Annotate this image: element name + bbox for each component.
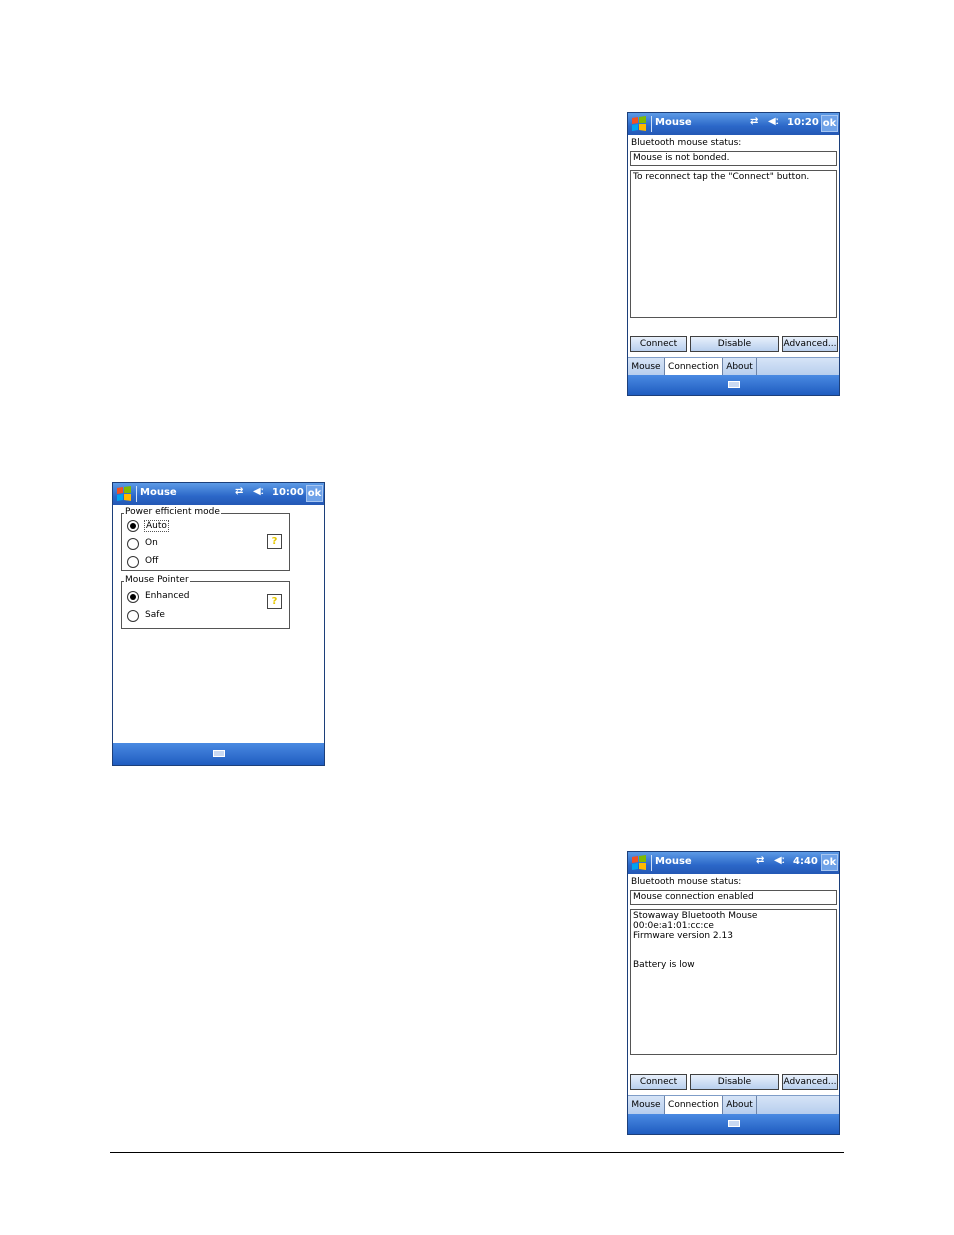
- keyboard-icon[interactable]: [727, 381, 740, 388]
- advanced-button[interactable]: Advanced...: [782, 336, 838, 352]
- clock[interactable]: 4:40: [793, 856, 818, 867]
- radio-safe-label[interactable]: Safe: [145, 610, 165, 620]
- status-label: Bluetooth mouse status:: [631, 877, 742, 887]
- status-field: Mouse connection enabled: [630, 890, 837, 905]
- radio-enhanced-label[interactable]: Enhanced: [145, 591, 190, 601]
- keyboard-icon[interactable]: [212, 750, 225, 757]
- advanced-button[interactable]: Advanced...: [782, 1074, 838, 1090]
- page-footer-rule: [110, 1152, 844, 1153]
- clock[interactable]: 10:00: [272, 487, 304, 498]
- disable-button[interactable]: Disable: [690, 336, 779, 352]
- ok-button[interactable]: ok: [821, 115, 838, 132]
- battery-text: Battery is low: [633, 960, 695, 970]
- menu-bar: [628, 1114, 839, 1134]
- info-box: To reconnect tap the "Connect" button.: [630, 170, 837, 318]
- volume-muted-icon[interactable]: ◀ː: [768, 116, 779, 127]
- tab-mouse[interactable]: Mouse: [628, 1096, 665, 1115]
- ok-button[interactable]: ok: [821, 854, 838, 871]
- power-efficient-label: Power efficient mode: [124, 507, 221, 517]
- info-text: To reconnect tap the "Connect" button.: [633, 172, 810, 182]
- radio-auto-label[interactable]: Auto: [144, 520, 169, 532]
- connectivity-arrows-icon[interactable]: ⇄: [235, 486, 243, 497]
- help-button[interactable]: ?: [267, 594, 282, 609]
- tab-about[interactable]: About: [723, 1096, 757, 1115]
- window-title: Mouse: [140, 487, 177, 498]
- connectivity-arrows-icon[interactable]: ⇄: [750, 116, 758, 127]
- info-box: Stowaway Bluetooth Mouse 00:0e:a1:01:cc:…: [630, 909, 837, 1055]
- menu-bar: [628, 375, 839, 395]
- radio-on[interactable]: [127, 538, 139, 550]
- mouse-settings-screen: Mouse ⇄ ◀ː 10:00 ok Power efficient mode…: [112, 482, 325, 766]
- title-separator: [651, 855, 652, 871]
- power-efficient-group: Power efficient mode Auto On Off ?: [121, 507, 290, 571]
- mouse-pointer-group: Mouse Pointer Enhanced Safe ?: [121, 575, 290, 629]
- disable-button[interactable]: Disable: [690, 1074, 779, 1090]
- connectivity-arrows-icon[interactable]: ⇄: [756, 855, 764, 866]
- radio-on-label[interactable]: On: [145, 538, 158, 548]
- help-button[interactable]: ?: [267, 534, 282, 549]
- mouse-pointer-label: Mouse Pointer: [124, 575, 190, 585]
- radio-enhanced[interactable]: [127, 591, 139, 603]
- volume-muted-icon[interactable]: ◀ː: [774, 855, 785, 866]
- title-bar: Mouse ⇄ ◀ː 4:40 ok: [628, 852, 839, 874]
- tab-strip: Mouse Connection About: [628, 1095, 839, 1116]
- tab-connection[interactable]: Connection: [665, 1096, 723, 1115]
- window-title: Mouse: [655, 117, 692, 128]
- mouse-connection-screen-1: Mouse ⇄ ◀ː 10:20 ok Bluetooth mouse stat…: [627, 112, 840, 396]
- radio-safe[interactable]: [127, 610, 139, 622]
- title-separator: [651, 116, 652, 132]
- window-title: Mouse: [655, 856, 692, 867]
- connect-button[interactable]: Connect: [630, 1074, 687, 1090]
- title-bar: Mouse ⇄ ◀ː 10:00 ok: [113, 483, 324, 505]
- radio-off[interactable]: [127, 556, 139, 568]
- connect-button[interactable]: Connect: [630, 336, 687, 352]
- windows-flag-icon[interactable]: [630, 854, 648, 872]
- device-name-text: Stowaway Bluetooth Mouse 00:0e:a1:01:cc:…: [633, 911, 758, 931]
- volume-muted-icon[interactable]: ◀ː: [253, 486, 264, 497]
- menu-bar: [113, 743, 324, 765]
- title-separator: [136, 486, 137, 502]
- windows-flag-icon[interactable]: [630, 115, 648, 133]
- radio-auto[interactable]: [127, 520, 139, 532]
- keyboard-icon[interactable]: [727, 1120, 740, 1127]
- ok-button[interactable]: ok: [306, 485, 323, 502]
- status-label: Bluetooth mouse status:: [631, 138, 742, 148]
- windows-flag-icon[interactable]: [115, 485, 133, 503]
- title-bar: Mouse ⇄ ◀ː 10:20 ok: [628, 113, 839, 135]
- clock[interactable]: 10:20: [787, 117, 819, 128]
- radio-off-label[interactable]: Off: [145, 556, 158, 566]
- mouse-connection-screen-2: Mouse ⇄ ◀ː 4:40 ok Bluetooth mouse statu…: [627, 851, 840, 1135]
- status-field: Mouse is not bonded.: [630, 151, 837, 166]
- firmware-text: Firmware version 2.13: [633, 931, 733, 941]
